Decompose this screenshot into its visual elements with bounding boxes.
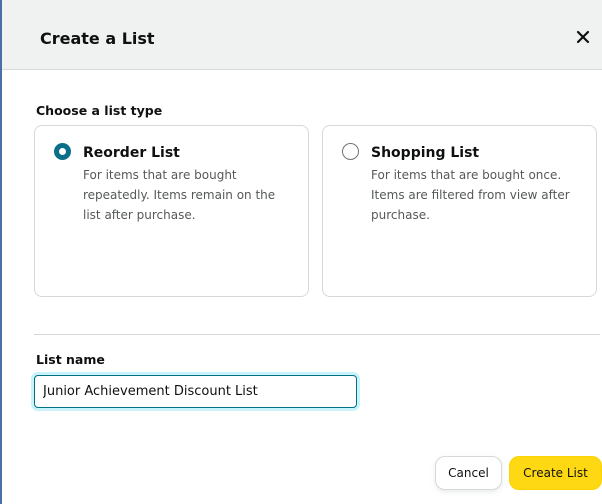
dialog-title: Create a List [40, 29, 155, 48]
create-list-button[interactable]: Create List [509, 456, 602, 490]
radio-selected-icon[interactable] [54, 143, 71, 160]
shopping-list-option[interactable]: Shopping List For items that are bought … [322, 125, 597, 297]
list-name-label: List name [36, 352, 105, 367]
close-icon[interactable] [572, 26, 594, 48]
option-title: Reorder List [83, 145, 180, 161]
list-name-input[interactable] [34, 375, 357, 408]
divider [34, 334, 600, 335]
cancel-button[interactable]: Cancel [435, 456, 502, 490]
create-list-dialog: Create a List Choose a list type Reorder… [0, 0, 602, 504]
dialog-header: Create a List [2, 0, 602, 70]
radio-unselected-icon[interactable] [342, 143, 359, 160]
option-description: For items that are bought once. Items ar… [371, 168, 570, 222]
reorder-list-option[interactable]: Reorder List For items that are bought r… [34, 125, 309, 297]
option-description: For items that are bought repeatedly. It… [83, 168, 276, 222]
option-title: Shopping List [371, 145, 480, 161]
list-type-label: Choose a list type [36, 103, 163, 118]
